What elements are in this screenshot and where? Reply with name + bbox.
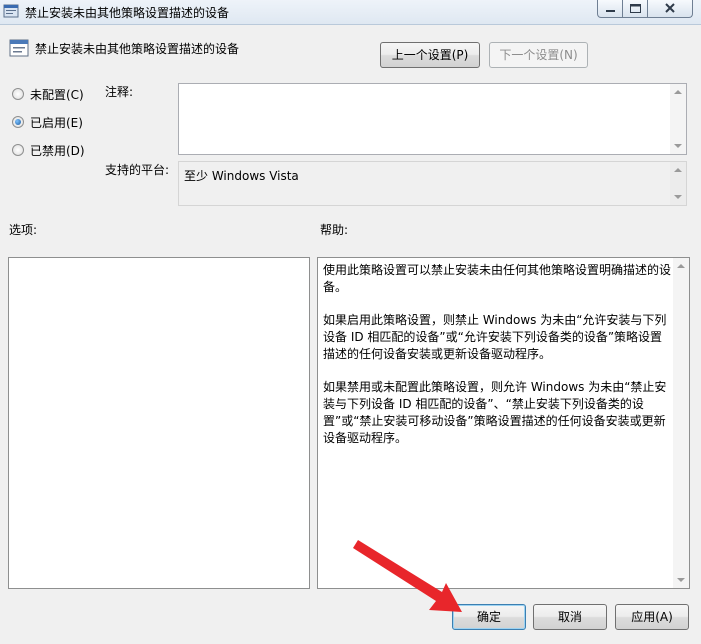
help-text: 使用此策略设置可以禁止安装未由任何其他策略设置明确描述的设备。 如果启用此策略设… [323,262,673,463]
radio-disabled[interactable]: 已禁用(D) [12,141,85,159]
comment-scrollbar[interactable] [670,84,686,154]
apply-button[interactable]: 应用(A) [615,604,689,630]
options-label: 选项: [9,223,38,237]
annotation-arrow-icon [353,540,462,612]
title-bar: 禁止安装未由其他策略设置描述的设备 [0,0,701,25]
maximize-button[interactable] [622,0,648,18]
comment-label: 注释: [105,85,134,99]
radio-circle[interactable] [12,88,24,100]
scroll-up-icon[interactable] [674,168,682,172]
next-setting-button[interactable]: 下一个设置(N) [489,42,588,68]
previous-setting-button[interactable]: 上一个设置(P) [380,42,480,68]
scroll-up-icon[interactable] [674,90,682,94]
minimize-button[interactable] [597,0,623,18]
platform-field: 至少 Windows Vista [178,161,687,206]
radio-label: 已启用(E) [30,115,83,130]
help-paragraph: 如果启用此策略设置，则禁止 Windows 为未由“允许安装与下列设备 ID 相… [323,313,667,361]
scroll-up-icon[interactable] [677,264,685,268]
minimize-icon [606,10,615,12]
scroll-down-icon[interactable] [677,578,685,582]
cancel-button[interactable]: 取消 [533,604,607,630]
close-icon [665,3,675,13]
radio-label: 未配置(C) [30,87,84,102]
radio-enabled[interactable]: 已启用(E) [12,113,83,131]
help-paragraph: 如果禁用或未配置此策略设置，则允许 Windows 为未由“禁止安装与下列设备 … [323,380,667,445]
close-button[interactable] [647,0,693,18]
policy-setting-icon [9,39,29,57]
platform-value: 至少 Windows Vista [184,169,299,183]
scroll-down-icon[interactable] [674,144,682,148]
scroll-down-icon[interactable] [674,195,682,199]
radio-not-configured[interactable]: 未配置(C) [12,85,84,103]
radio-circle-selected[interactable] [12,116,24,128]
help-label: 帮助: [320,223,349,237]
platform-label: 支持的平台: [105,163,170,177]
policy-title: 禁止安装未由其他策略设置描述的设备 [35,42,240,56]
policy-window-icon [3,4,19,18]
comment-field[interactable] [178,83,687,155]
radio-circle[interactable] [12,144,24,156]
help-scrollbar[interactable] [673,258,689,588]
radio-label: 已禁用(D) [30,143,85,158]
options-pane [8,257,310,589]
platform-scrollbar[interactable] [670,162,686,205]
window-title: 禁止安装未由其他策略设置描述的设备 [25,6,230,20]
help-paragraph: 使用此策略设置可以禁止安装未由任何其他策略设置明确描述的设备。 [323,263,672,294]
maximize-icon [630,4,641,13]
